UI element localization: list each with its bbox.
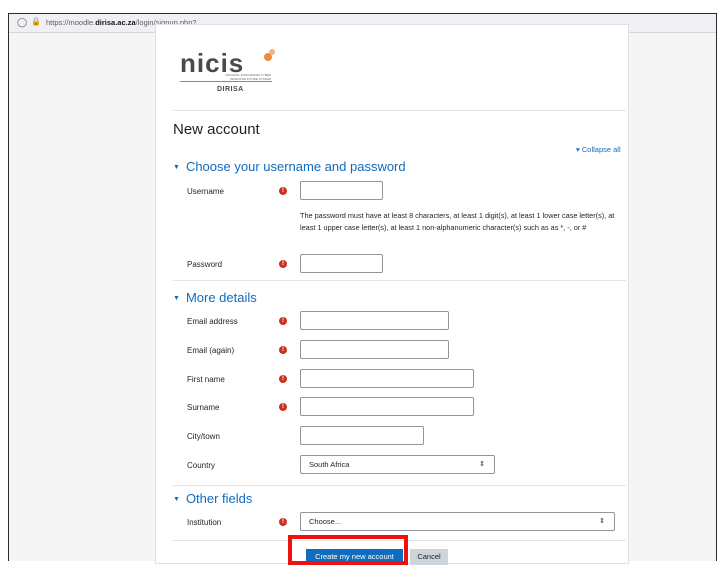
email-again-label: Email (again) [187, 346, 235, 355]
institution-label: Institution [187, 518, 222, 527]
caret-down-icon: ▼ [173, 496, 180, 503]
password-input[interactable] [300, 254, 383, 273]
surname-label: Surname [187, 403, 220, 412]
email-again-input[interactable] [300, 340, 449, 359]
site-logo[interactable]: nicis NATIONAL INTEGRATED CYBER INFRASTR… [163, 40, 278, 98]
city-input[interactable] [300, 426, 424, 445]
section-other-fields-toggle[interactable]: ▼ Other fields [173, 491, 252, 506]
required-icon: ! [279, 187, 287, 195]
city-label: City/town [187, 432, 220, 441]
required-icon: ! [279, 403, 287, 411]
section-credentials-toggle[interactable]: ▼ Choose your username and password [173, 159, 406, 174]
cancel-button[interactable]: Cancel [410, 549, 448, 565]
logo-divider [180, 81, 272, 82]
divider [173, 485, 626, 486]
divider [173, 280, 626, 281]
logo-tagline: NATIONAL INTEGRATED CYBER INFRASTRUCTURE… [225, 73, 271, 81]
required-icon: ! [279, 518, 287, 526]
email-input[interactable] [300, 311, 449, 330]
username-input[interactable] [300, 181, 383, 200]
caret-down-icon: ▼ [173, 295, 180, 302]
divider [173, 110, 626, 111]
lock-icon: 🔒 [31, 17, 41, 26]
section-more-details-toggle[interactable]: ▼ More details [173, 290, 257, 305]
institution-select[interactable]: Choose... ⇕ [300, 512, 615, 531]
country-value: South Africa [309, 460, 350, 469]
logo-sub: DIRISA [217, 86, 244, 93]
select-arrows-icon: ⇕ [479, 461, 485, 468]
firstname-input[interactable] [300, 369, 474, 388]
country-select[interactable]: South Africa ⇕ [300, 455, 495, 474]
username-label: Username [187, 187, 224, 196]
shield-icon: ◯ [17, 17, 28, 27]
required-icon: ! [279, 375, 287, 383]
password-hint: The password must have at least 8 charac… [300, 211, 615, 232]
firstname-label: First name [187, 375, 225, 384]
institution-value: Choose... [309, 517, 342, 526]
required-icon: ! [279, 346, 287, 354]
caret-down-icon: ▼ [173, 164, 180, 171]
select-arrows-icon: ⇕ [599, 518, 605, 525]
required-icon: ! [279, 260, 287, 268]
collapse-all-link[interactable]: ▾ Collapse all [576, 145, 621, 154]
password-label: Password [187, 260, 223, 269]
surname-input[interactable] [300, 397, 474, 416]
email-label: Email address [187, 317, 238, 326]
required-icon: ! [279, 317, 287, 325]
page-title: New account [173, 121, 260, 138]
logo-dot [269, 49, 275, 55]
country-label: Country [187, 461, 216, 470]
